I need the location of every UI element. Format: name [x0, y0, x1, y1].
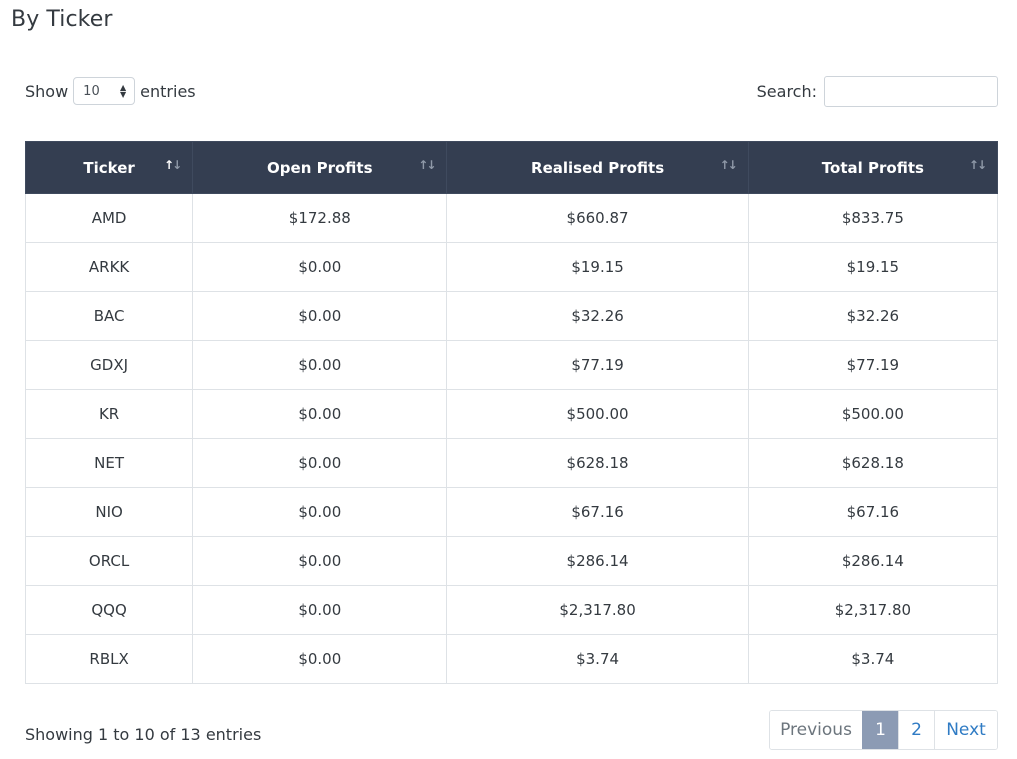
search-label: Search:: [756, 81, 817, 101]
column-header-ticker[interactable]: Ticker ↑↓: [24, 141, 194, 194]
ticker-cell: RBLX: [24, 634, 194, 684]
realised-profits-cell: $286.14: [446, 536, 749, 586]
ticker-cell: AMD: [24, 193, 194, 243]
total-profits-cell: $32.26: [747, 291, 999, 341]
realised-profits-cell: $2,317.80: [446, 585, 749, 635]
open-profits-cell: $172.88: [192, 193, 448, 243]
total-profits-cell: $628.18: [747, 438, 999, 488]
table-row: ARKK $0.00 $19.15 $19.15: [24, 242, 999, 292]
column-header-open-profits[interactable]: Open Profits ↑↓: [192, 141, 448, 194]
open-profits-cell: $0.00: [192, 438, 448, 488]
total-profits-cell: $286.14: [747, 536, 999, 586]
ticker-cell: ARKK: [24, 242, 194, 292]
table-row: BAC $0.00 $32.26 $32.26: [24, 291, 999, 341]
page-length-control: Show 10 ▲ ▼ entries: [25, 76, 196, 106]
realised-profits-cell: $67.16: [446, 487, 749, 537]
table-info: Showing 1 to 10 of 13 entries: [25, 725, 262, 744]
total-profits-cell: $2,317.80: [747, 585, 999, 635]
search-input[interactable]: [824, 75, 998, 107]
realised-profits-cell: $500.00: [446, 389, 749, 439]
table-row: QQQ $0.00 $2,317.80 $2,317.80: [24, 585, 999, 635]
sort-arrows-icon: ↑↓: [719, 158, 738, 172]
open-profits-cell: $0.00: [192, 340, 448, 390]
open-profits-cell: $0.00: [192, 585, 448, 635]
page-length-value: 10: [83, 83, 100, 99]
next-page-button[interactable]: Next: [934, 711, 997, 749]
column-header-label: Ticker: [83, 158, 135, 177]
realised-profits-cell: $628.18: [446, 438, 749, 488]
column-header-label: Realised Profits: [531, 158, 665, 177]
open-profits-cell: $0.00: [192, 291, 448, 341]
search-control: Search:: [756, 75, 998, 107]
page-button-1[interactable]: 1: [862, 711, 898, 749]
realised-profits-cell: $32.26: [446, 291, 749, 341]
page-length-select[interactable]: 10 ▲ ▼: [73, 77, 136, 105]
ticker-cell: QQQ: [24, 585, 194, 635]
table-header-row: Ticker ↑↓ Open Profits ↑↓ Realised Profi…: [24, 141, 999, 194]
total-profits-cell: $3.74: [747, 634, 999, 684]
ticker-cell: NIO: [24, 487, 194, 537]
column-header-total-profits[interactable]: Total Profits ↑↓: [747, 141, 999, 194]
open-profits-cell: $0.00: [192, 634, 448, 684]
profits-table: Ticker ↑↓ Open Profits ↑↓ Realised Profi…: [24, 141, 999, 684]
total-profits-cell: $500.00: [747, 389, 999, 439]
total-profits-cell: $77.19: [747, 340, 999, 390]
realised-profits-cell: $660.87: [446, 193, 749, 243]
open-profits-cell: $0.00: [192, 487, 448, 537]
ticker-cell: NET: [24, 438, 194, 488]
total-profits-cell: $833.75: [747, 193, 999, 243]
total-profits-cell: $19.15: [747, 242, 999, 292]
sort-arrows-icon: ↑↓: [418, 158, 436, 172]
page-title: By Ticker: [11, 7, 113, 32]
sort-ascending-icon: ↑↓: [164, 158, 182, 172]
sort-arrows-icon: ↑↓: [968, 158, 987, 172]
table-row: AMD $172.88 $660.87 $833.75: [24, 193, 999, 243]
open-profits-cell: $0.00: [192, 242, 448, 292]
ticker-cell: BAC: [24, 291, 194, 341]
page-button-2[interactable]: 2: [898, 711, 934, 749]
table-row: RBLX $0.00 $3.74 $3.74: [24, 634, 999, 684]
table-row: KR $0.00 $500.00 $500.00: [24, 389, 999, 439]
entries-label: entries: [140, 81, 196, 101]
page: By Ticker Show 10 ▲ ▼ entries Search: Tic…: [0, 0, 1017, 759]
total-profits-cell: $67.16: [747, 487, 999, 537]
open-profits-cell: $0.00: [192, 536, 448, 586]
ticker-cell: GDXJ: [24, 340, 194, 390]
select-caret-icon: ▲ ▼: [120, 83, 127, 99]
ticker-cell: KR: [24, 389, 194, 439]
table-row: ORCL $0.00 $286.14 $286.14: [24, 536, 999, 586]
ticker-cell: ORCL: [24, 536, 194, 586]
table-row: GDXJ $0.00 $77.19 $77.19: [24, 340, 999, 390]
column-header-label: Open Profits: [267, 158, 373, 177]
pagination: Previous 1 2 Next: [769, 710, 998, 750]
show-label: Show: [25, 81, 69, 101]
previous-page-button[interactable]: Previous: [770, 711, 862, 749]
open-profits-cell: $0.00: [192, 389, 448, 439]
table-row: NET $0.00 $628.18 $628.18: [24, 438, 999, 488]
realised-profits-cell: $19.15: [446, 242, 749, 292]
table-row: NIO $0.00 $67.16 $67.16: [24, 487, 999, 537]
column-header-label: Total Profits: [821, 158, 924, 177]
realised-profits-cell: $77.19: [446, 340, 749, 390]
column-header-realised-profits[interactable]: Realised Profits ↑↓: [446, 141, 749, 194]
realised-profits-cell: $3.74: [446, 634, 749, 684]
